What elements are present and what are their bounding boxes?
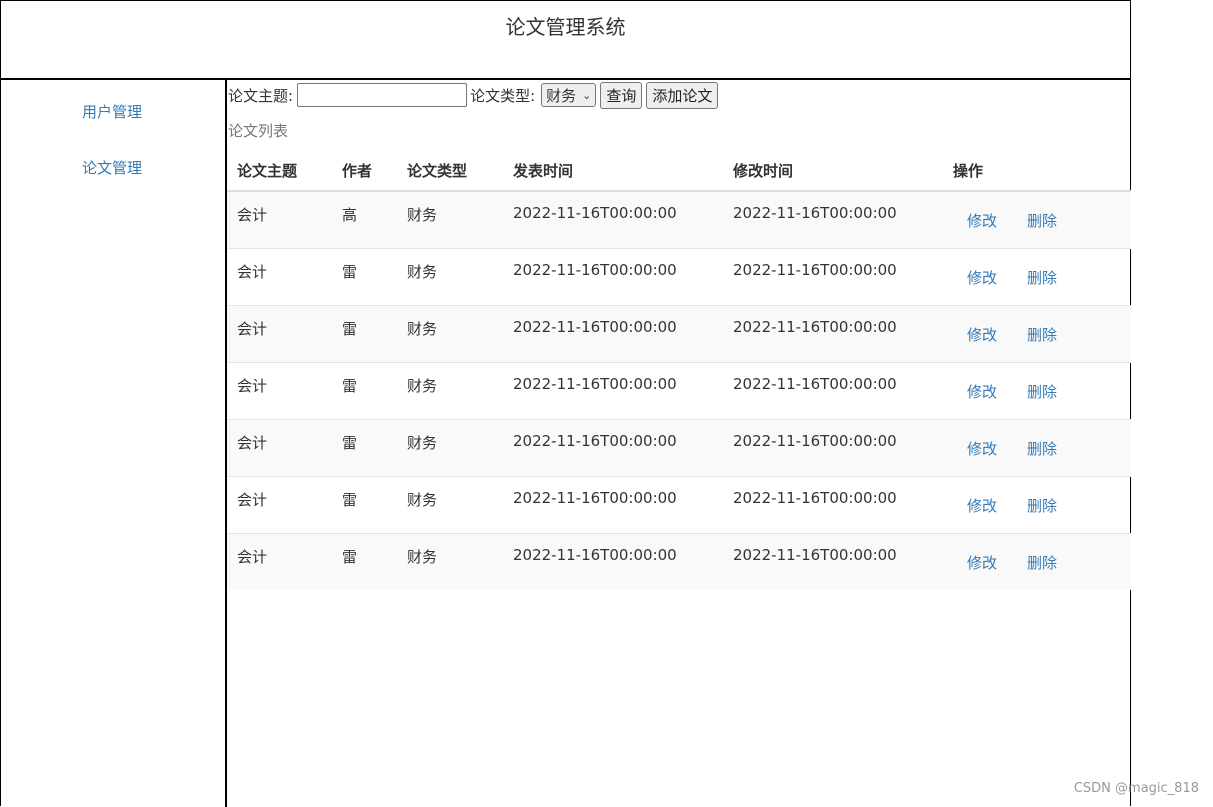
add-paper-button[interactable]: 添加论文: [646, 82, 718, 109]
cell-actions: 修改 删除: [943, 419, 1131, 476]
cell-type: 财务: [397, 248, 503, 305]
cell-author: 雷: [332, 305, 397, 362]
topic-search-input[interactable]: [297, 83, 467, 107]
sidebar-item-user-management[interactable]: 用户管理: [82, 101, 142, 122]
column-header-modified: 修改时间: [723, 150, 943, 191]
delete-link[interactable]: 删除: [1027, 438, 1057, 459]
edit-link[interactable]: 修改: [967, 210, 997, 231]
type-label: 论文类型:: [470, 85, 535, 106]
column-header-author: 作者: [332, 150, 397, 191]
delete-link[interactable]: 删除: [1027, 495, 1057, 516]
cell-topic: 会计: [227, 191, 332, 248]
cell-author: 雷: [332, 362, 397, 419]
table-row: 会计 雷 财务 2022-11-16T00:00:00 2022-11-16T0…: [227, 305, 1131, 362]
cell-published: 2022-11-16T00:00:00: [503, 305, 723, 362]
cell-type: 财务: [397, 362, 503, 419]
cell-published: 2022-11-16T00:00:00: [503, 248, 723, 305]
type-select[interactable]: 财务 ⌄: [541, 83, 596, 107]
column-header-type: 论文类型: [397, 150, 503, 191]
table-row: 会计 雷 财务 2022-11-16T00:00:00 2022-11-16T0…: [227, 533, 1131, 590]
cell-author: 雷: [332, 419, 397, 476]
table-row: 会计 高 财务 2022-11-16T00:00:00 2022-11-16T0…: [227, 191, 1131, 248]
query-button[interactable]: 查询: [600, 82, 642, 109]
cell-published: 2022-11-16T00:00:00: [503, 362, 723, 419]
cell-actions: 修改 删除: [943, 305, 1131, 362]
cell-topic: 会计: [227, 533, 332, 590]
column-header-actions: 操作: [943, 150, 1131, 191]
cell-modified: 2022-11-16T00:00:00: [723, 248, 943, 305]
cell-modified: 2022-11-16T00:00:00: [723, 191, 943, 248]
cell-author: 雷: [332, 533, 397, 590]
cell-author: 雷: [332, 248, 397, 305]
cell-topic: 会计: [227, 248, 332, 305]
edit-link[interactable]: 修改: [967, 495, 997, 516]
cell-author: 高: [332, 191, 397, 248]
cell-published: 2022-11-16T00:00:00: [503, 419, 723, 476]
cell-topic: 会计: [227, 476, 332, 533]
cell-published: 2022-11-16T00:00:00: [503, 191, 723, 248]
edit-link[interactable]: 修改: [967, 267, 997, 288]
page-title: 论文管理系统: [1, 11, 1130, 40]
delete-link[interactable]: 删除: [1027, 381, 1057, 402]
topic-label: 论文主题:: [228, 85, 293, 106]
watermark: CSDN @magic_818: [1074, 781, 1199, 796]
header: 论文管理系统: [1, 1, 1130, 80]
table-row: 会计 雷 财务 2022-11-16T00:00:00 2022-11-16T0…: [227, 476, 1131, 533]
delete-link[interactable]: 删除: [1027, 324, 1057, 345]
cell-type: 财务: [397, 533, 503, 590]
delete-link[interactable]: 删除: [1027, 267, 1057, 288]
cell-modified: 2022-11-16T00:00:00: [723, 533, 943, 590]
cell-actions: 修改 删除: [943, 476, 1131, 533]
cell-published: 2022-11-16T00:00:00: [503, 476, 723, 533]
cell-type: 财务: [397, 419, 503, 476]
app-window: 论文管理系统 用户管理 论文管理 论文主题: 论文类型: 财务 ⌄ 查询 添加论…: [0, 0, 1131, 806]
cell-modified: 2022-11-16T00:00:00: [723, 476, 943, 533]
sidebar: 用户管理 论文管理: [1, 80, 227, 807]
cell-topic: 会计: [227, 419, 332, 476]
cell-actions: 修改 删除: [943, 191, 1131, 248]
column-header-topic: 论文主题: [227, 150, 332, 191]
edit-link[interactable]: 修改: [967, 552, 997, 573]
cell-type: 财务: [397, 476, 503, 533]
type-select-value: 财务: [546, 85, 576, 106]
edit-link[interactable]: 修改: [967, 381, 997, 402]
sidebar-item-paper-management[interactable]: 论文管理: [82, 157, 142, 178]
cell-type: 财务: [397, 305, 503, 362]
cell-actions: 修改 删除: [943, 362, 1131, 419]
table-header-row: 论文主题 作者 论文类型 发表时间 修改时间 操作: [227, 150, 1131, 191]
delete-link[interactable]: 删除: [1027, 210, 1057, 231]
table-row: 会计 雷 财务 2022-11-16T00:00:00 2022-11-16T0…: [227, 419, 1131, 476]
edit-link[interactable]: 修改: [967, 438, 997, 459]
list-caption: 论文列表: [228, 120, 288, 141]
delete-link[interactable]: 删除: [1027, 552, 1057, 573]
cell-type: 财务: [397, 191, 503, 248]
cell-modified: 2022-11-16T00:00:00: [723, 362, 943, 419]
chevron-down-icon: ⌄: [582, 89, 591, 102]
papers-table: 论文主题 作者 论文类型 发表时间 修改时间 操作 会计 高 财务 2022-1…: [227, 150, 1131, 590]
cell-published: 2022-11-16T00:00:00: [503, 533, 723, 590]
cell-topic: 会计: [227, 305, 332, 362]
main-content: 论文主题: 论文类型: 财务 ⌄ 查询 添加论文 论文列表 论文主题 作者 论文…: [227, 80, 1131, 807]
cell-modified: 2022-11-16T00:00:00: [723, 419, 943, 476]
cell-author: 雷: [332, 476, 397, 533]
column-header-published: 发表时间: [503, 150, 723, 191]
search-bar: 论文主题: 论文类型: 财务 ⌄ 查询 添加论文: [228, 80, 722, 110]
table-row: 会计 雷 财务 2022-11-16T00:00:00 2022-11-16T0…: [227, 248, 1131, 305]
cell-actions: 修改 删除: [943, 533, 1131, 590]
table-row: 会计 雷 财务 2022-11-16T00:00:00 2022-11-16T0…: [227, 362, 1131, 419]
cell-actions: 修改 删除: [943, 248, 1131, 305]
edit-link[interactable]: 修改: [967, 324, 997, 345]
cell-topic: 会计: [227, 362, 332, 419]
cell-modified: 2022-11-16T00:00:00: [723, 305, 943, 362]
